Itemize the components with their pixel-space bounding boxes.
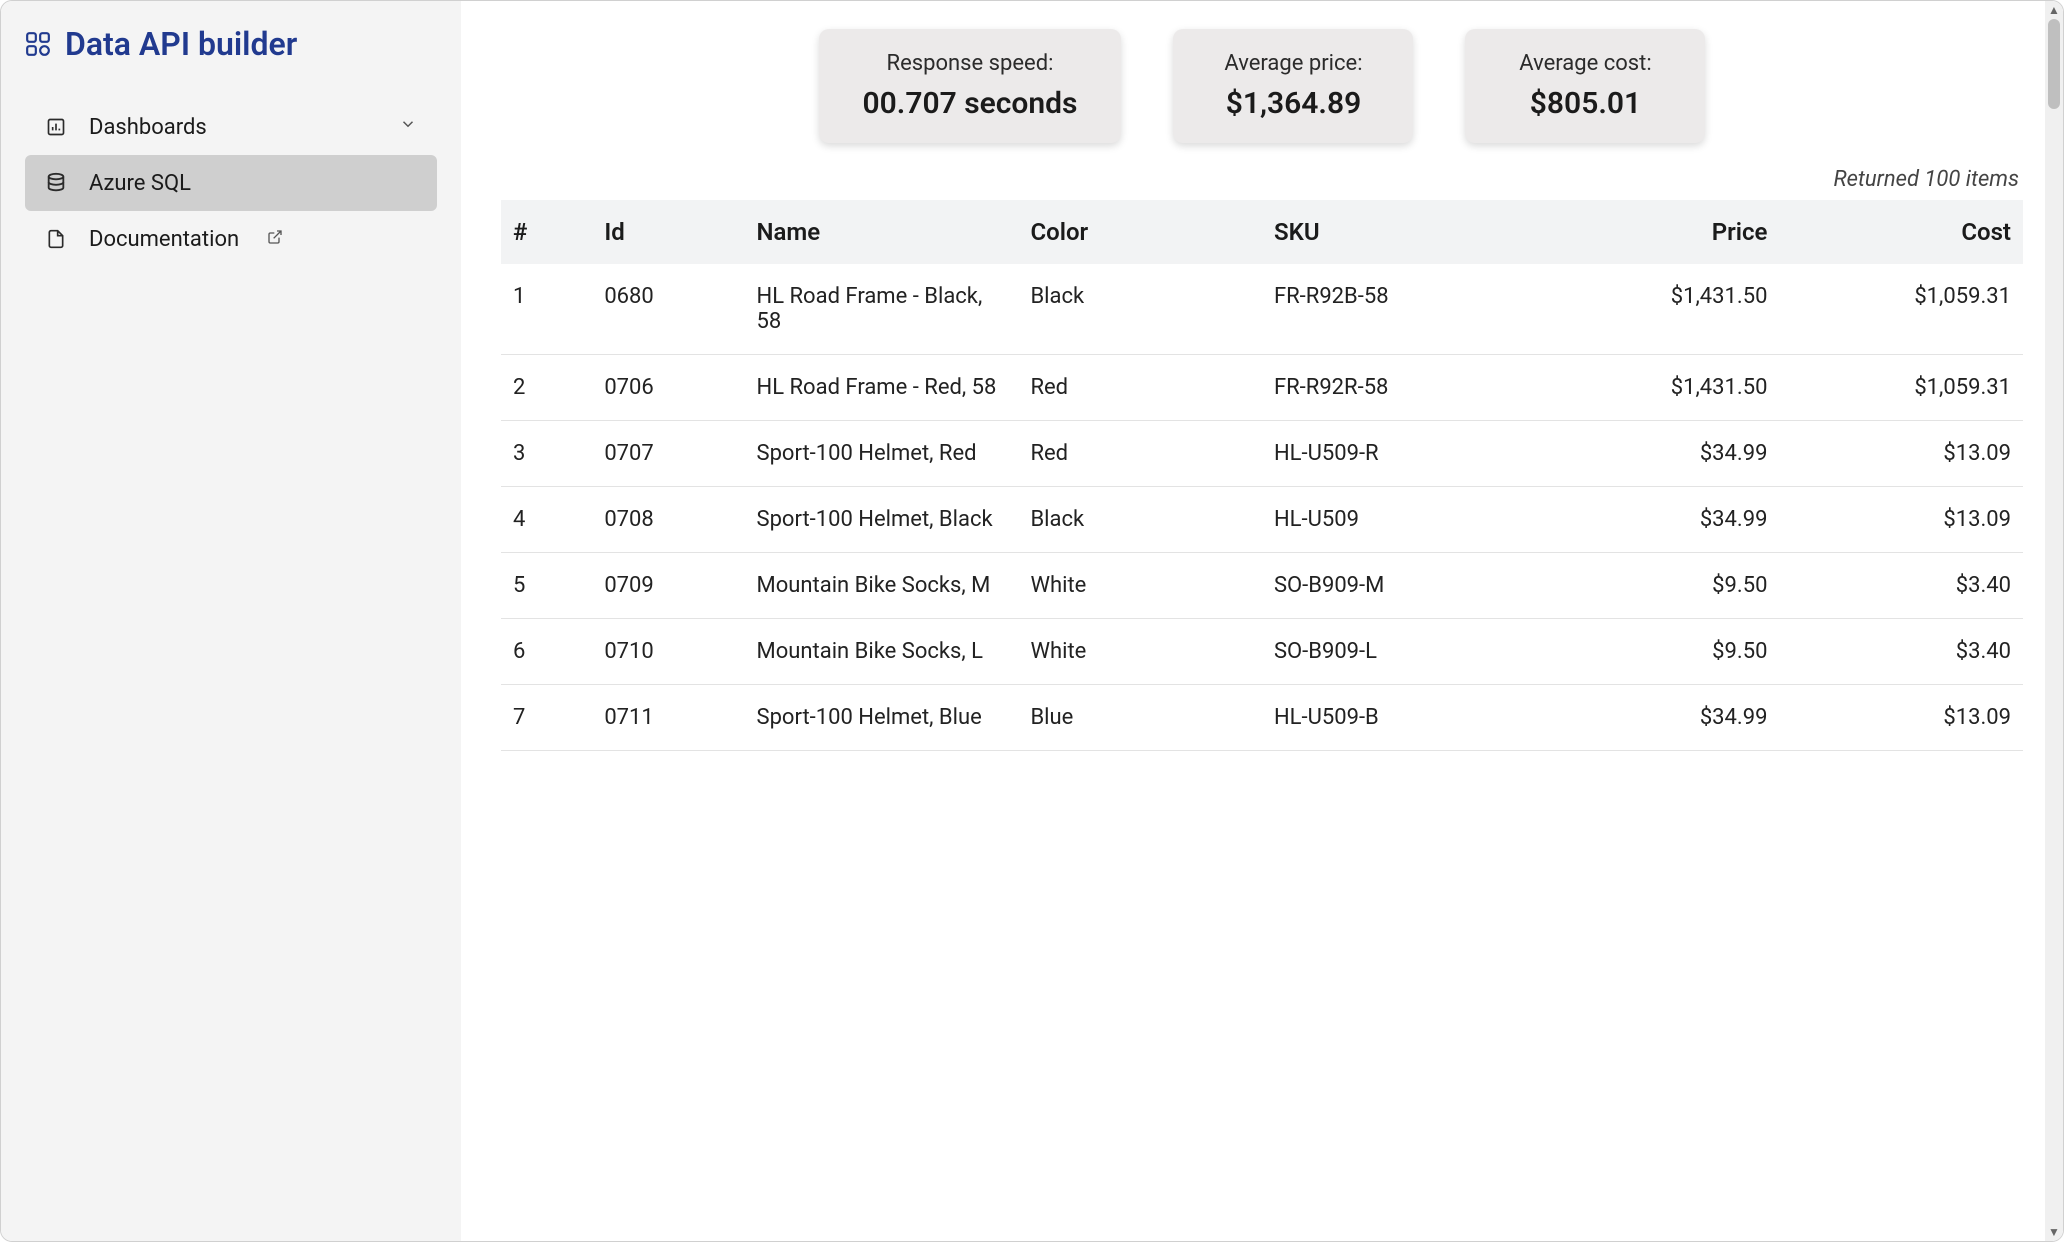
stat-average-cost: Average cost: $805.01 [1465, 29, 1705, 143]
cell-sku: HL-U509-R [1262, 421, 1536, 487]
cell-price: $1,431.50 [1536, 355, 1780, 421]
sidebar-item-label: Documentation [89, 227, 239, 252]
cell-id: 0706 [592, 355, 744, 421]
brand: Data API builder [1, 25, 461, 99]
cell-sku: FR-R92R-58 [1262, 355, 1536, 421]
col-name[interactable]: Name [745, 200, 1019, 264]
table-body: 10680HL Road Frame - Black, 58BlackFR-R9… [501, 264, 2023, 751]
sidebar-item-dashboards[interactable]: Dashboards [25, 99, 437, 155]
table-row[interactable]: 20706HL Road Frame - Red, 58RedFR-R92R-5… [501, 355, 2023, 421]
table-row[interactable]: 60710Mountain Bike Socks, LWhiteSO-B909-… [501, 619, 2023, 685]
main-content: Response speed: 00.707 seconds Average p… [461, 1, 2063, 1241]
sidebar-item-label: Dashboards [89, 115, 207, 140]
cell-color: Black [1018, 264, 1262, 355]
table-row[interactable]: 30707Sport-100 Helmet, RedRedHL-U509-R$3… [501, 421, 2023, 487]
app-window: Data API builder Dashboards [0, 0, 2064, 1242]
cell-index: 3 [501, 421, 592, 487]
cell-name: HL Road Frame - Black, 58 [745, 264, 1019, 355]
col-id[interactable]: Id [592, 200, 744, 264]
cell-cost: $1,059.31 [1779, 264, 2023, 355]
external-link-icon [267, 227, 283, 251]
sidebar-nav: Dashboards Azure SQL [1, 99, 461, 267]
col-sku[interactable]: SKU [1262, 200, 1536, 264]
database-icon [45, 172, 67, 194]
stat-average-price: Average price: $1,364.89 [1173, 29, 1413, 143]
table-row[interactable]: 40708Sport-100 Helmet, BlackBlackHL-U509… [501, 487, 2023, 553]
cell-id: 0711 [592, 685, 744, 751]
returned-count: Returned 100 items [501, 167, 2019, 192]
cell-index: 7 [501, 685, 592, 751]
cell-index: 5 [501, 553, 592, 619]
stats-row: Response speed: 00.707 seconds Average p… [501, 29, 2023, 143]
cell-color: White [1018, 619, 1262, 685]
stat-response-speed: Response speed: 00.707 seconds [819, 29, 1122, 143]
cell-price: $34.99 [1536, 487, 1780, 553]
cell-name: Sport-100 Helmet, Black [745, 487, 1019, 553]
stat-value: $805.01 [1509, 86, 1661, 121]
cell-cost: $3.40 [1779, 619, 2023, 685]
cell-index: 6 [501, 619, 592, 685]
cell-sku: FR-R92B-58 [1262, 264, 1536, 355]
stat-value: $1,364.89 [1217, 86, 1369, 121]
cell-cost: $13.09 [1779, 685, 2023, 751]
cell-index: 4 [501, 487, 592, 553]
cell-id: 0680 [592, 264, 744, 355]
document-icon [45, 229, 67, 249]
brand-title: Data API builder [65, 25, 297, 63]
cell-id: 0708 [592, 487, 744, 553]
cell-name: Sport-100 Helmet, Red [745, 421, 1019, 487]
cell-name: HL Road Frame - Red, 58 [745, 355, 1019, 421]
col-price[interactable]: Price [1536, 200, 1780, 264]
table-row[interactable]: 10680HL Road Frame - Black, 58BlackFR-R9… [501, 264, 2023, 355]
cell-color: Red [1018, 355, 1262, 421]
cell-cost: $3.40 [1779, 553, 2023, 619]
cell-sku: SO-B909-L [1262, 619, 1536, 685]
stat-label: Response speed: [863, 51, 1078, 76]
sidebar-item-azure-sql[interactable]: Azure SQL [25, 155, 437, 211]
cell-index: 1 [501, 264, 592, 355]
table-row[interactable]: 50709Mountain Bike Socks, MWhiteSO-B909-… [501, 553, 2023, 619]
dashboard-icon [45, 117, 67, 137]
cell-cost: $13.09 [1779, 487, 2023, 553]
cell-cost: $13.09 [1779, 421, 2023, 487]
cell-price: $34.99 [1536, 685, 1780, 751]
scroll-down-icon[interactable]: ▼ [2045, 1223, 2063, 1241]
cell-color: Black [1018, 487, 1262, 553]
cell-name: Mountain Bike Socks, M [745, 553, 1019, 619]
cell-id: 0707 [592, 421, 744, 487]
sidebar-item-documentation[interactable]: Documentation [25, 211, 437, 267]
stat-label: Average price: [1217, 51, 1369, 76]
cell-index: 2 [501, 355, 592, 421]
stat-label: Average cost: [1509, 51, 1661, 76]
cell-price: $1,431.50 [1536, 264, 1780, 355]
sidebar: Data API builder Dashboards [1, 1, 461, 1241]
scroll-up-icon[interactable]: ▲ [2045, 1, 2063, 19]
col-index[interactable]: # [501, 200, 592, 264]
table-row[interactable]: 70711Sport-100 Helmet, BlueBlueHL-U509-B… [501, 685, 2023, 751]
cell-id: 0710 [592, 619, 744, 685]
cell-sku: HL-U509-B [1262, 685, 1536, 751]
cell-sku: SO-B909-M [1262, 553, 1536, 619]
cell-name: Sport-100 Helmet, Blue [745, 685, 1019, 751]
cell-sku: HL-U509 [1262, 487, 1536, 553]
chevron-down-icon [399, 115, 417, 139]
sidebar-item-label: Azure SQL [89, 171, 191, 196]
brand-grid-icon [25, 31, 51, 57]
col-color[interactable]: Color [1018, 200, 1262, 264]
scrollbar[interactable]: ▲ ▼ [2045, 1, 2063, 1241]
cell-price: $9.50 [1536, 619, 1780, 685]
results-table: # Id Name Color SKU Price Cost 10680HL R… [501, 200, 2023, 751]
cell-name: Mountain Bike Socks, L [745, 619, 1019, 685]
cell-color: White [1018, 553, 1262, 619]
cell-price: $34.99 [1536, 421, 1780, 487]
cell-color: Red [1018, 421, 1262, 487]
cell-price: $9.50 [1536, 553, 1780, 619]
cell-id: 0709 [592, 553, 744, 619]
cell-color: Blue [1018, 685, 1262, 751]
cell-cost: $1,059.31 [1779, 355, 2023, 421]
stat-value: 00.707 seconds [863, 86, 1078, 121]
col-cost[interactable]: Cost [1779, 200, 2023, 264]
scrollbar-thumb[interactable] [2048, 19, 2060, 109]
table-header-row: # Id Name Color SKU Price Cost [501, 200, 2023, 264]
